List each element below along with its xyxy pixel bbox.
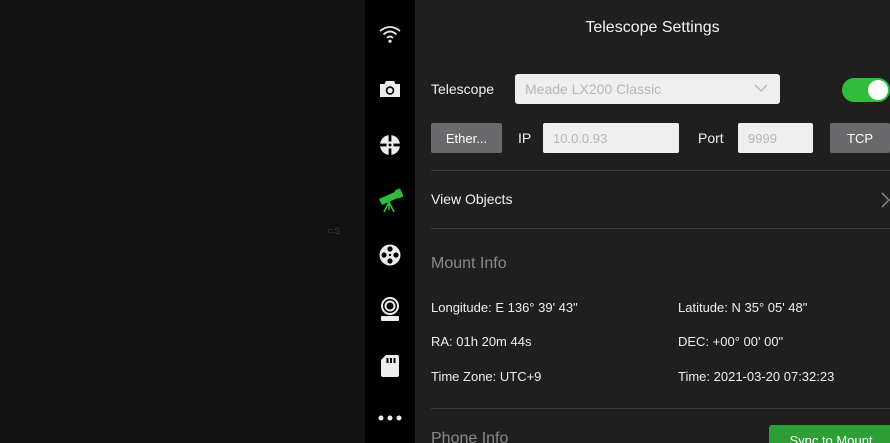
port-label: Port xyxy=(698,130,724,146)
telescope-select[interactable]: Meade LX200 Classic xyxy=(515,74,780,104)
latitude-value: Latitude: N 35° 05' 48" xyxy=(678,300,808,315)
divider xyxy=(431,170,890,171)
wifi-button[interactable] xyxy=(365,16,415,52)
camera-viewport[interactable]: ⊂S xyxy=(0,0,365,443)
more-icon xyxy=(378,415,402,421)
dec-value: DEC: +00° 00' 00" xyxy=(678,334,784,349)
film-reel-icon xyxy=(379,244,401,266)
film-reel-button[interactable] xyxy=(365,237,415,273)
ra-value: RA: 01h 20m 44s xyxy=(431,334,532,349)
ip-field[interactable]: 10.0.0.93 xyxy=(543,123,679,153)
sd-card-button[interactable] xyxy=(365,348,415,384)
ip-label: IP xyxy=(518,130,532,146)
connection-type-button[interactable]: Ether... xyxy=(431,123,502,153)
toggle-knob xyxy=(868,80,888,100)
view-objects-label: View Objects xyxy=(431,191,513,207)
longitude-value: Longitude: E 136° 39' 43" xyxy=(431,300,578,315)
telescope-settings-panel: Telescope Settings Telescope Meade LX200… xyxy=(415,0,890,443)
viewport-mark: ⊂S xyxy=(327,226,341,236)
crosshair-button[interactable] xyxy=(365,127,415,163)
divider xyxy=(431,408,890,409)
telescope-button[interactable] xyxy=(365,182,415,218)
port-field[interactable]: 9999 xyxy=(738,123,813,153)
crosshair-icon xyxy=(379,134,401,156)
mount-info-heading: Mount Info xyxy=(431,255,507,272)
wifi-icon xyxy=(379,26,401,43)
time-value: Time: 2021-03-20 07:32:23 xyxy=(678,369,835,384)
protocol-button[interactable]: TCP xyxy=(830,123,890,153)
more-button[interactable] xyxy=(365,400,415,436)
telescope-icon xyxy=(379,188,403,213)
side-toolbar xyxy=(365,0,415,443)
sd-card-icon xyxy=(381,355,399,377)
sync-to-mount-button[interactable]: Sync to Mount xyxy=(769,425,890,443)
focuser-icon xyxy=(381,297,399,321)
time-zone-value: Time Zone: UTC+9 xyxy=(431,369,542,384)
panel-title: Telescope Settings xyxy=(585,19,720,36)
focuser-button[interactable] xyxy=(365,292,415,328)
camera-button[interactable] xyxy=(365,71,415,107)
divider xyxy=(431,228,890,229)
telescope-label: Telescope xyxy=(431,81,495,97)
chevron-right-icon xyxy=(881,192,890,208)
camera-icon xyxy=(380,81,400,97)
phone-info-heading: Phone Info xyxy=(431,430,509,443)
view-objects-row[interactable]: View Objects xyxy=(415,172,890,228)
telescope-enable-toggle[interactable] xyxy=(842,78,890,102)
telescope-select-value: Meade LX200 Classic xyxy=(525,81,662,97)
chevron-down-icon xyxy=(754,84,768,92)
